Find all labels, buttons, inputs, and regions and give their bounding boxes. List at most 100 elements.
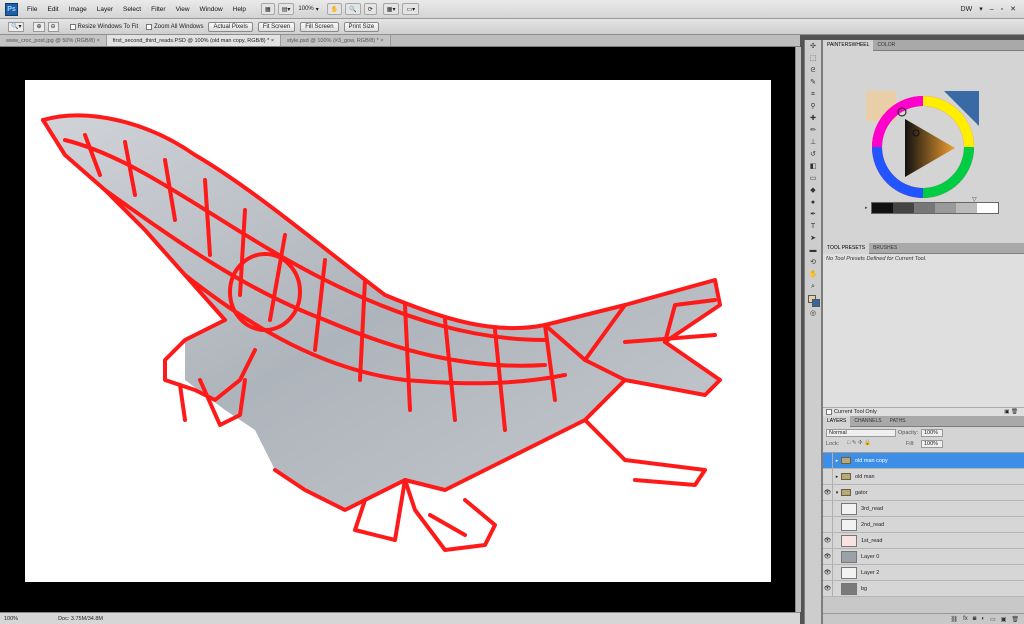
chevron-down-icon[interactable]: ▾ [316, 6, 319, 13]
collapse-arrow-icon[interactable]: ▾ [833, 490, 841, 496]
hand-tool-icon[interactable]: ✋ [807, 270, 819, 280]
type-tool-icon[interactable]: T [807, 222, 819, 232]
ramp-swatch[interactable] [977, 203, 998, 213]
blend-mode-select[interactable]: Normal [826, 429, 896, 437]
menu-filter[interactable]: Filter [146, 6, 170, 13]
checkbox-icon[interactable] [146, 23, 153, 30]
link-layers-icon[interactable]: ⛓ [950, 616, 958, 623]
dodge-tool-icon[interactable]: ● [807, 198, 819, 208]
healing-brush-icon[interactable]: ✚ [807, 114, 819, 124]
layer-row-1st-read[interactable]: 👁 1st_read [823, 532, 1024, 549]
eye-icon[interactable]: 👁 [823, 564, 833, 581]
bridge-icon[interactable]: ▦ [261, 3, 275, 15]
gradient-tool-icon[interactable]: ▭ [807, 174, 819, 184]
close-icon[interactable]: × [97, 38, 100, 44]
ramp-swatch[interactable] [935, 203, 956, 213]
menu-edit[interactable]: Edit [42, 6, 63, 13]
screen-mode-icon[interactable]: ▭▾ [402, 3, 420, 15]
minimize-icon[interactable]: – [990, 6, 994, 13]
eye-icon[interactable]: 👁 [823, 580, 833, 597]
layer-row-gator[interactable]: 👁 ▾ gator [823, 484, 1024, 501]
new-layer-icon[interactable]: ▣ [1001, 616, 1007, 623]
new-preset-icon[interactable]: ▣ 🗑 [1004, 409, 1018, 415]
workspace-chevron-icon[interactable]: ▾ [979, 5, 983, 13]
tab-reads[interactable]: first_second_third_reads.PSD @ 100% (old… [106, 35, 282, 46]
ramp-swatch[interactable] [872, 203, 893, 213]
pen-tool-icon[interactable]: ✒ [807, 210, 819, 220]
document-window[interactable] [0, 47, 800, 612]
tab-layers[interactable]: LAYERS [823, 415, 851, 427]
layer-row-2nd-read[interactable]: 2nd_read [823, 516, 1024, 533]
brush-tool-icon[interactable]: ✏ [807, 126, 819, 136]
background-color-swatch[interactable] [812, 299, 820, 307]
move-tool-icon[interactable]: ✣ [807, 42, 819, 52]
visibility-toggle[interactable] [823, 500, 833, 517]
blur-tool-icon[interactable]: ◆ [807, 186, 819, 196]
expand-arrow-icon[interactable]: ▸ [833, 458, 841, 464]
clone-stamp-icon[interactable]: ⊥ [807, 138, 819, 148]
marquee-tool-icon[interactable]: ⬚ [807, 54, 819, 64]
eye-icon[interactable]: 👁 [823, 548, 833, 565]
layer-row-old-man[interactable]: ▸ old man [823, 468, 1024, 485]
layer-row-old-man-copy[interactable]: ▸ old man copy [823, 452, 1024, 469]
zoom-tool-preset-icon[interactable]: 🔍▾ [8, 21, 25, 32]
zoom-tool-icon[interactable]: 🔍 [345, 3, 361, 15]
zoom-in-icon[interactable]: ⊕ [33, 21, 45, 32]
tab-paths[interactable]: PATHS [886, 416, 910, 427]
restore-icon[interactable]: ▫ [1001, 6, 1003, 13]
ramp-swatch[interactable] [956, 203, 977, 213]
actual-pixels-button[interactable]: Actual Pixels [208, 21, 253, 32]
menu-file[interactable]: File [22, 6, 42, 13]
view-extras-icon[interactable]: ▤▾ [277, 3, 295, 15]
current-tool-only-checkbox[interactable] [826, 409, 832, 415]
zoom-level-dropdown[interactable]: 100% [298, 6, 313, 12]
eye-icon[interactable]: 👁 [823, 484, 833, 501]
tab-style[interactable]: style.psd @ 100% (#3_gow, RGB/8) * × [281, 35, 391, 46]
quick-mask-icon[interactable]: ◎ [807, 309, 819, 319]
add-mask-icon[interactable]: ◙ [973, 616, 977, 622]
tab-tool-presets[interactable]: TOOL PRESETS [823, 242, 870, 254]
eye-icon[interactable]: 👁 [823, 532, 833, 549]
3d-rotate-icon[interactable]: ⟲ [807, 258, 819, 268]
lock-icons[interactable]: □ ✎ ✣ 🔒 [847, 440, 871, 446]
document-size[interactable]: Doc: 3.75M/34.8M [58, 616, 103, 622]
layer-row-3rd-read[interactable]: 3rd_read [823, 500, 1024, 517]
fill-screen-button[interactable]: Fill Screen [300, 21, 339, 32]
layer-row-layer-2[interactable]: 👁 Layer 2 [823, 564, 1024, 581]
path-select-icon[interactable]: ➤ [807, 234, 819, 244]
rotate-view-icon[interactable]: ⟳ [363, 3, 377, 15]
gray-ramp[interactable] [871, 202, 999, 214]
menu-select[interactable]: Select [118, 6, 146, 13]
tab-painterswheel[interactable]: PAINTERSWHEEL [823, 39, 874, 51]
hand-tool-icon[interactable]: ✋ [326, 3, 343, 15]
visibility-toggle[interactable] [823, 516, 833, 533]
workspace-switcher[interactable]: DW [961, 6, 973, 13]
layer-row-bg[interactable]: 👁 bg [823, 580, 1024, 597]
menu-layer[interactable]: Layer [92, 6, 118, 13]
tab-brushes[interactable]: BRUSHES [869, 243, 901, 254]
zoom-out-icon[interactable]: ⊖ [47, 21, 59, 32]
trash-icon[interactable]: 🗑 [1011, 616, 1019, 623]
arrange-documents-icon[interactable]: ▦▾ [382, 3, 400, 15]
zoom-all-windows-checkbox[interactable]: Zoom All Windows [146, 23, 203, 30]
tab-croc-post[interactable]: www_croc_post.jpg @ 50% (RGB/8) × [0, 35, 107, 46]
canvas[interactable] [25, 80, 771, 582]
history-brush-icon[interactable]: ↺ [807, 150, 819, 160]
visibility-toggle[interactable] [823, 452, 833, 469]
ramp-swatch[interactable] [893, 203, 914, 213]
visibility-toggle[interactable] [823, 468, 833, 485]
close-icon[interactable]: × [271, 38, 274, 44]
close-icon[interactable]: × [380, 38, 383, 44]
resize-windows-checkbox[interactable]: Resize Windows To Fit [69, 23, 138, 30]
expand-arrow-icon[interactable]: ▸ [833, 474, 841, 480]
color-wheel-graphic[interactable]: ▽ ▸ [823, 51, 1024, 243]
crop-tool-icon[interactable]: ⌗ [807, 90, 819, 100]
tab-channels[interactable]: CHANNELS [850, 416, 885, 427]
print-size-button[interactable]: Print Size [343, 21, 380, 32]
layer-style-icon[interactable]: fx [963, 616, 968, 622]
opacity-input[interactable]: 100% [921, 429, 943, 437]
fit-screen-button[interactable]: Fit Screen [257, 21, 296, 32]
menu-window[interactable]: Window [195, 6, 228, 13]
vertical-scrollbar[interactable] [795, 47, 801, 612]
menu-image[interactable]: Image [64, 6, 92, 13]
